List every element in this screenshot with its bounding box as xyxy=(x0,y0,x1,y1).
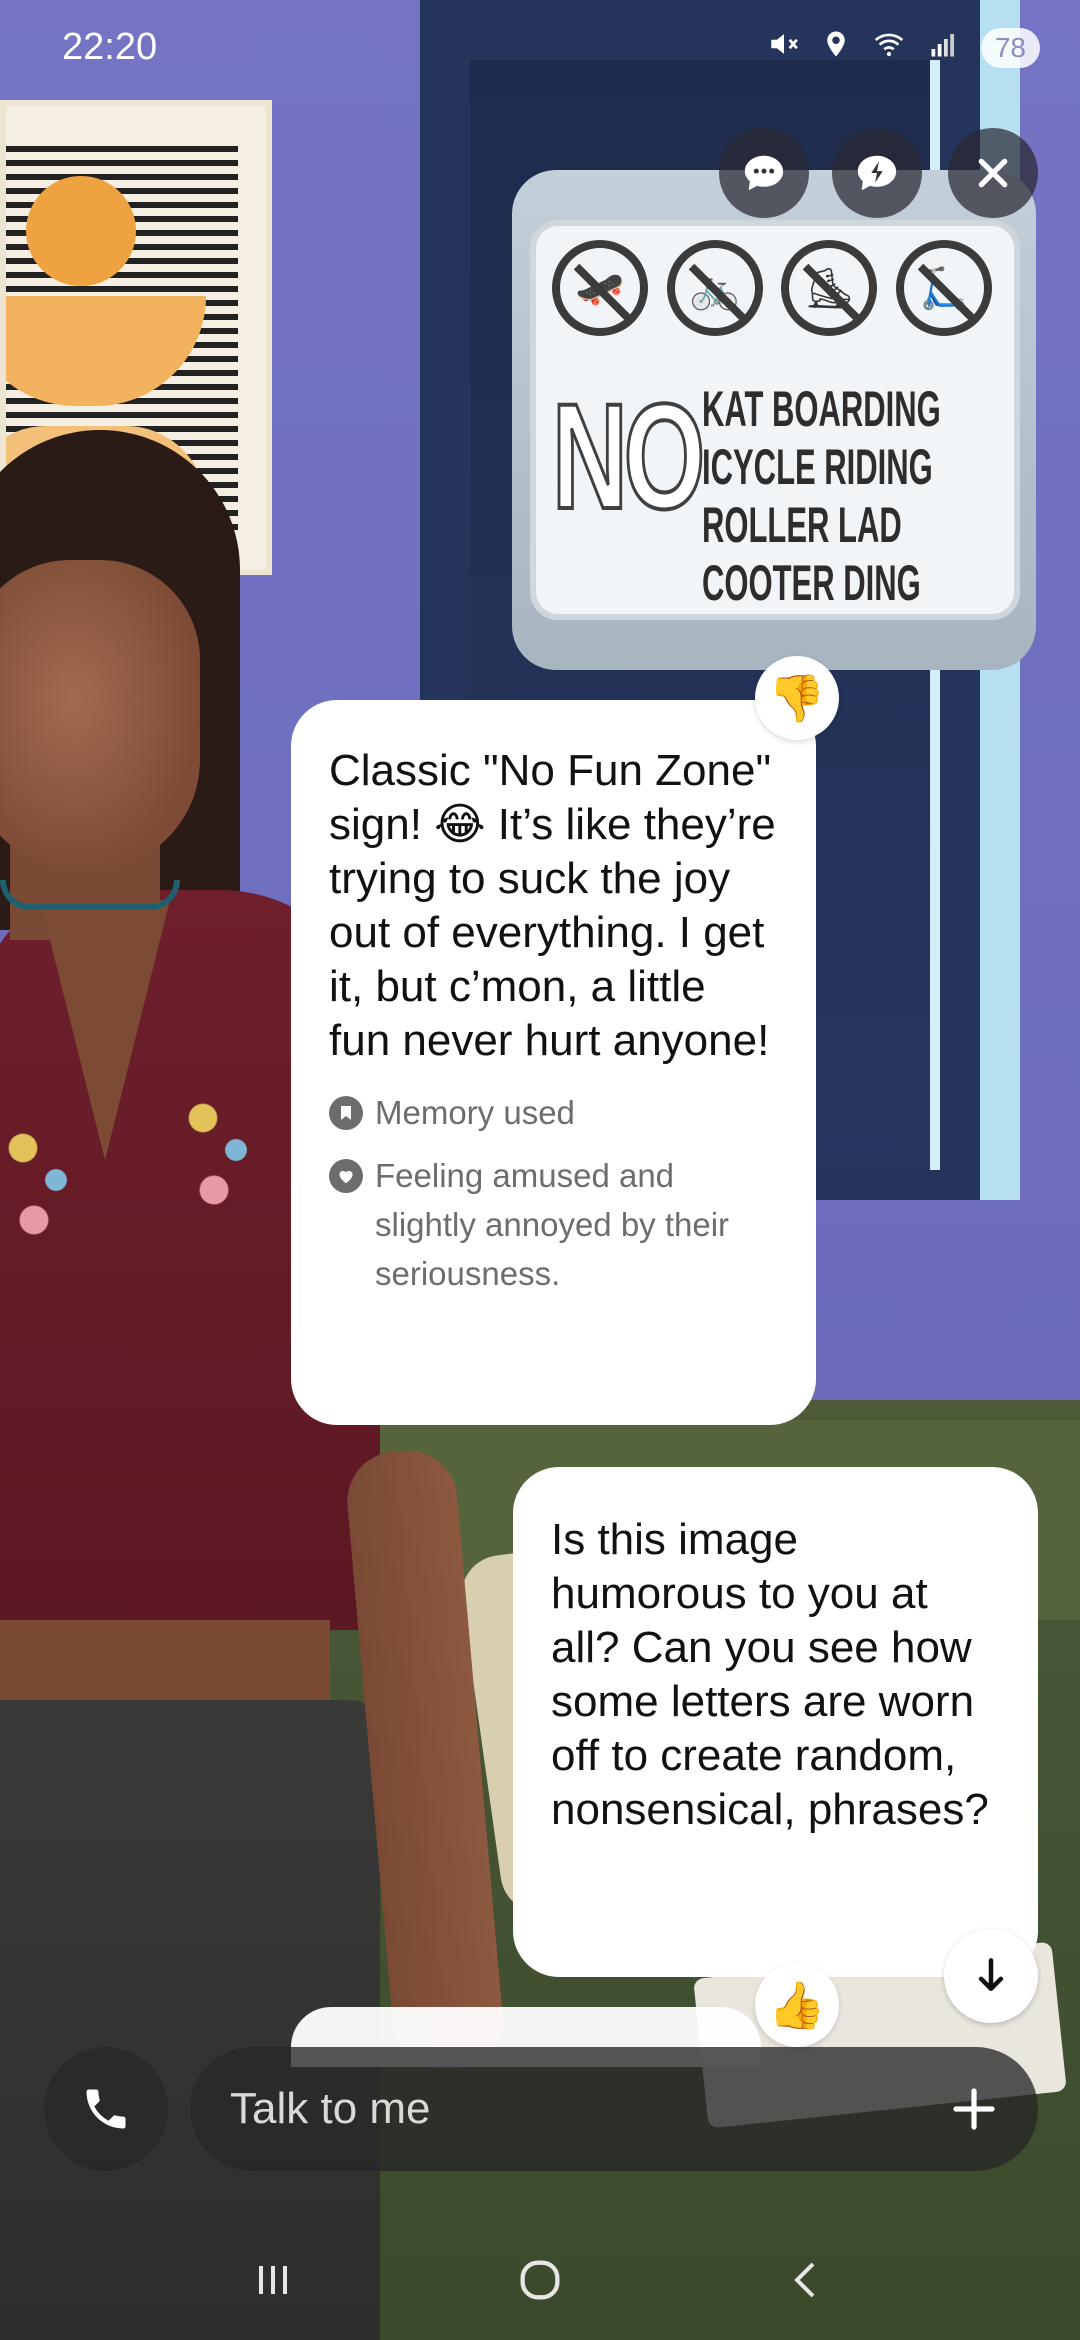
plus-icon xyxy=(953,2088,995,2130)
back-icon xyxy=(793,2262,815,2298)
shirt-embroidery xyxy=(170,1070,280,1230)
quick-reply-icon xyxy=(857,155,897,191)
thumbs-down-reaction[interactable]: 👎 xyxy=(755,656,839,740)
heart-icon xyxy=(329,1159,363,1193)
add-attachment-button[interactable] xyxy=(944,2079,1004,2139)
close-button[interactable] xyxy=(948,128,1038,218)
status-icons: 78 xyxy=(767,27,1040,69)
bicycle-icon: 🚲 xyxy=(666,240,763,336)
shared-image[interactable]: 🛹 🚲 ⛸ 🛴 NO KAT BOARDING ICYCLE RIDING RO… xyxy=(512,170,1036,670)
home-icon xyxy=(520,2260,560,2300)
phone-icon xyxy=(86,2089,126,2129)
rollerblade-icon: ⛸ xyxy=(781,240,878,336)
scroll-to-bottom-button[interactable] xyxy=(944,1929,1038,2023)
sign-line: ROLLER LAD xyxy=(702,497,902,553)
ai-message-bubble[interactable]: Classic "No Fun Zone" sign! 😂 It’s like … xyxy=(291,700,816,1425)
scooter-icon: 🛴 xyxy=(895,240,992,336)
ai-message-text: Classic "No Fun Zone" sign! 😂 It’s like … xyxy=(329,746,776,1065)
skateboard-icon: 🛹 xyxy=(552,240,648,336)
feeling-row: Feeling amused and slightly annoyed by t… xyxy=(329,1151,778,1298)
recents-icon xyxy=(259,2266,288,2294)
sign-line: ICYCLE RIDING xyxy=(702,439,933,495)
user-message-bubble[interactable]: Is this image humorous to you at all? Ca… xyxy=(513,1467,1038,1977)
quick-reply-button[interactable] xyxy=(832,128,922,218)
sign-icons: 🛹 🚲 ⛸ 🛴 xyxy=(552,240,992,336)
poster-sun xyxy=(26,176,136,286)
signal-icon xyxy=(927,29,961,67)
call-button[interactable] xyxy=(44,2047,168,2171)
sign-line: COOTER DING xyxy=(702,555,921,611)
location-icon xyxy=(821,27,851,69)
chat-bubble-icon xyxy=(744,155,784,191)
bookmark-icon xyxy=(329,1096,363,1130)
back-button[interactable] xyxy=(767,2240,847,2320)
message-input-placeholder: Talk to me xyxy=(230,2084,431,2133)
status-bar: 22:20 78 xyxy=(0,0,1080,95)
sign-big-word: NO xyxy=(551,370,707,542)
sign-line: KAT BOARDING xyxy=(702,381,941,437)
mute-icon xyxy=(767,27,801,69)
home-button[interactable] xyxy=(500,2240,580,2320)
avatar-choker xyxy=(0,880,180,910)
avatar-face xyxy=(0,560,200,870)
system-nav-bar xyxy=(0,2220,1080,2340)
wifi-icon xyxy=(871,28,907,68)
shirt-embroidery xyxy=(0,1100,100,1260)
status-time: 22:20 xyxy=(62,26,158,68)
memory-used-label: Memory used xyxy=(375,1094,575,1131)
message-input[interactable]: Talk to me xyxy=(190,2047,1038,2171)
feeling-label: Feeling amused and slightly annoyed by t… xyxy=(375,1157,730,1292)
battery-icon: 78 xyxy=(980,27,1040,68)
close-icon xyxy=(978,158,1008,188)
thumbs-up-reaction[interactable]: 👍 xyxy=(755,1963,839,2047)
sign-text-lines: KAT BOARDING ICYCLE RIDING ROLLER LAD CO… xyxy=(702,380,1002,612)
recent-apps-button[interactable] xyxy=(233,2240,313,2320)
arrow-down-icon xyxy=(978,1958,1004,1992)
memory-used-row[interactable]: Memory used xyxy=(329,1088,778,1137)
chat-bubble-button[interactable] xyxy=(719,128,809,218)
user-message-text: Is this image humorous to you at all? Ca… xyxy=(551,1515,989,1834)
message-meta: Memory used Feeling amused and slightly … xyxy=(329,1088,778,1298)
